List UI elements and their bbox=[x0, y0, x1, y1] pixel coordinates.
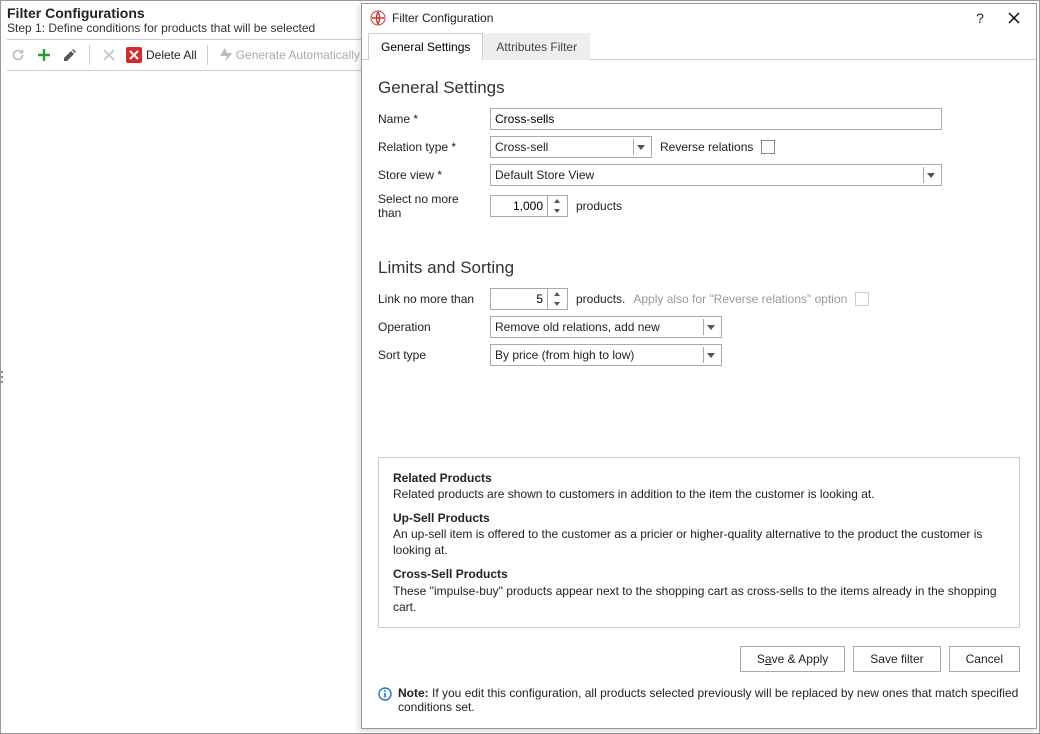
note-label: Note: bbox=[398, 686, 429, 700]
info-upsell-desc: An up-sell item is offered to the custom… bbox=[393, 526, 1005, 558]
operation-label: Operation bbox=[378, 320, 482, 334]
dialog-title: Filter Configuration bbox=[392, 11, 493, 25]
dialog-titlebar[interactable]: Filter Configuration ? bbox=[362, 4, 1036, 32]
info-upsell-title: Up-Sell Products bbox=[393, 510, 1005, 526]
edit-icon[interactable] bbox=[61, 46, 79, 64]
name-label: Name * bbox=[378, 112, 482, 126]
refresh-icon[interactable] bbox=[9, 46, 27, 64]
operation-select[interactable]: Remove old relations, add new bbox=[490, 316, 722, 338]
toolbar-separator bbox=[207, 45, 208, 65]
reverse-relations-checkbox[interactable] bbox=[761, 140, 775, 154]
info-crosssell-desc: These "impulse-buy" products appear next… bbox=[393, 583, 1005, 615]
save-filter-button[interactable]: Save filter bbox=[853, 646, 940, 672]
store-view-select[interactable]: Default Store View bbox=[490, 164, 942, 186]
store-view-value: Default Store View bbox=[495, 168, 594, 182]
spinner-down-icon[interactable] bbox=[548, 206, 565, 216]
relation-type-value: Cross-sell bbox=[495, 140, 548, 154]
dialog-tabs: General Settings Attributes Filter bbox=[362, 32, 1036, 60]
spinner-down-icon[interactable] bbox=[548, 299, 565, 309]
store-view-label: Store view * bbox=[378, 168, 482, 182]
info-related-title: Related Products bbox=[393, 470, 1005, 486]
name-input[interactable] bbox=[490, 108, 942, 130]
reverse-relations-label: Reverse relations bbox=[660, 140, 753, 154]
section-limits-sorting: Limits and Sorting bbox=[378, 258, 1020, 278]
chevron-down-icon bbox=[703, 319, 721, 335]
spinner-up-icon[interactable] bbox=[548, 289, 565, 299]
save-apply-button[interactable]: Save & Apply bbox=[740, 646, 845, 672]
relation-type-label: Relation type * bbox=[378, 140, 482, 154]
select-no-more-input[interactable] bbox=[491, 199, 547, 213]
apply-also-checkbox[interactable] bbox=[855, 292, 869, 306]
note-row: Note: If you edit this configuration, al… bbox=[378, 686, 1020, 720]
app-logo-icon bbox=[370, 10, 386, 26]
filter-configuration-dialog: Filter Configuration ? General Settings … bbox=[361, 3, 1037, 729]
link-no-more-label: Link no more than bbox=[378, 292, 482, 306]
relation-type-select[interactable]: Cross-sell bbox=[490, 136, 652, 158]
products-dot-suffix: products. bbox=[576, 292, 625, 306]
toolbar-separator bbox=[89, 45, 90, 65]
sort-type-select[interactable]: By price (from high to low) bbox=[490, 344, 722, 366]
products-suffix: products bbox=[576, 199, 622, 213]
tab-general-settings[interactable]: General Settings bbox=[368, 33, 483, 60]
delete-all-label: Delete All bbox=[146, 48, 197, 62]
close-button[interactable] bbox=[1000, 7, 1028, 29]
add-icon[interactable] bbox=[35, 46, 53, 64]
link-no-more-input[interactable] bbox=[491, 292, 547, 306]
delete-all-icon[interactable]: Delete All bbox=[126, 46, 197, 64]
generate-auto-button[interactable]: Generate Automatically bbox=[218, 46, 360, 64]
sort-type-value: By price (from high to low) bbox=[495, 348, 634, 362]
select-no-more-spinner[interactable] bbox=[490, 195, 568, 217]
link-no-more-spinner[interactable] bbox=[490, 288, 568, 310]
delete-icon[interactable] bbox=[100, 46, 118, 64]
apply-also-label: Apply also for "Reverse relations" optio… bbox=[633, 292, 847, 306]
tab-attributes-filter[interactable]: Attributes Filter bbox=[483, 33, 590, 60]
section-general-settings: General Settings bbox=[378, 78, 1020, 98]
info-icon bbox=[378, 687, 392, 701]
note-text: If you edit this configuration, all prod… bbox=[398, 686, 1018, 714]
generate-auto-label: Generate Automatically bbox=[236, 48, 360, 62]
chevron-down-icon bbox=[923, 167, 941, 183]
chevron-down-icon bbox=[633, 139, 651, 155]
help-button[interactable]: ? bbox=[966, 7, 994, 29]
sort-type-label: Sort type bbox=[378, 348, 482, 362]
dialog-footer: Save & Apply Save filter Cancel Note: If… bbox=[362, 636, 1036, 728]
chevron-down-icon bbox=[703, 347, 721, 363]
cancel-button[interactable]: Cancel bbox=[949, 646, 1020, 672]
select-no-more-label: Select no more than bbox=[378, 192, 482, 220]
info-related-desc: Related products are shown to customers … bbox=[393, 486, 1005, 502]
operation-value: Remove old relations, add new bbox=[495, 320, 660, 334]
spinner-up-icon[interactable] bbox=[548, 196, 565, 206]
dialog-body: General Settings Name * Relation type * … bbox=[362, 60, 1036, 636]
info-crosssell-title: Cross-Sell Products bbox=[393, 566, 1005, 582]
info-panel: Related Products Related products are sh… bbox=[378, 457, 1020, 629]
